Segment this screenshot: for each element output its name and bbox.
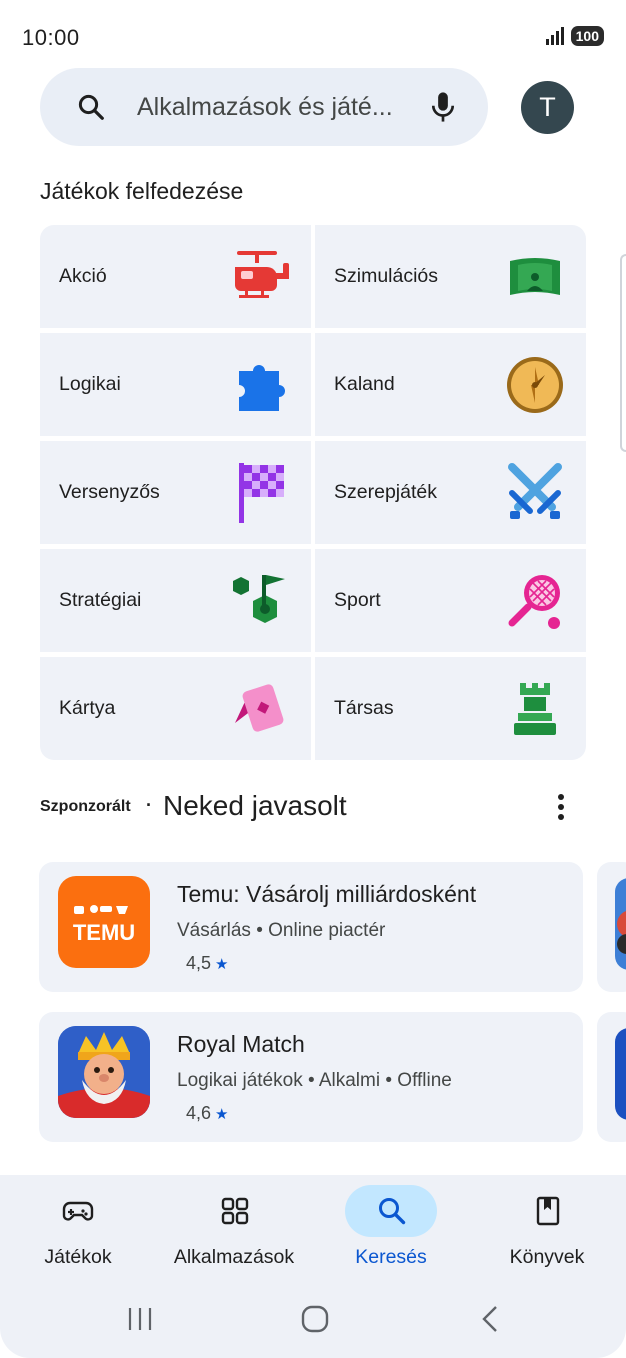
nav-label: Könyvek <box>509 1246 585 1268</box>
category-tile-simulation[interactable]: Szimulációs <box>315 225 586 328</box>
app-icon-peek <box>615 1028 626 1120</box>
tennis-racket-icon <box>508 575 560 629</box>
app-icon-peek <box>615 878 626 970</box>
nav-item-search[interactable]: Keresés <box>313 1175 469 1285</box>
side-panel-handle[interactable] <box>620 254 626 452</box>
status-time: 10:00 <box>22 25 80 50</box>
search-bar[interactable]: Alkalmazások és játé... <box>40 68 488 146</box>
category-label: Kaland <box>334 373 395 395</box>
sponsored-label: Szponzorált <box>40 798 131 815</box>
search-icon <box>78 94 104 120</box>
avatar[interactable]: T <box>521 81 574 134</box>
category-tile-card[interactable]: Kártya <box>40 657 311 760</box>
app-categories: Vásárlás • Online piactér <box>177 920 386 941</box>
nav-label: Alkalmazások <box>173 1246 295 1268</box>
category-tile-strategy[interactable]: Stratégiai <box>40 549 311 652</box>
back-icon[interactable] <box>478 1304 504 1334</box>
category-label: Kártya <box>59 697 116 719</box>
app-icon-royal-match <box>58 1026 150 1118</box>
nav-label: Játékok <box>44 1246 112 1268</box>
nav-item-apps[interactable]: Alkalmazások <box>156 1175 312 1285</box>
puzzle-icon <box>239 365 285 411</box>
category-tile-racing[interactable]: Versenyzős <box>40 441 311 544</box>
section-title: Játékok felfedezése <box>40 178 244 204</box>
star-icon: ★ <box>215 1105 229 1123</box>
status-indicators: 100 <box>545 26 604 46</box>
temu-logo-icon: TEMU <box>73 905 135 945</box>
category-label: Szerepjáték <box>334 481 437 503</box>
temu-logo-text: TEMU <box>73 920 135 945</box>
sponsored-header: Szponzorált · Neked javasolt <box>40 790 586 826</box>
rating-value: 4,5 <box>186 953 212 973</box>
strategy-flag-icon <box>233 575 285 623</box>
royal-match-king-icon <box>58 1026 150 1118</box>
simulation-icon <box>510 258 560 295</box>
app-name: Temu: Vásárolj milliárdosként <box>177 881 477 907</box>
checkered-flag-icon <box>239 463 284 523</box>
section-heading: Neked javasolt <box>163 790 347 821</box>
category-tile-puzzle[interactable]: Logikai <box>40 333 311 436</box>
chess-rook-icon <box>514 683 556 735</box>
system-navigation <box>0 1290 626 1350</box>
search-input[interactable]: Alkalmazások és játé... <box>137 93 393 122</box>
gamepad-icon <box>62 1201 94 1221</box>
battery-indicator: 100 <box>570 26 604 46</box>
more-vert-icon[interactable] <box>554 792 568 822</box>
app-card-temu[interactable]: TEMU Temu: Vásárolj milliárdosként Vásár… <box>39 862 583 992</box>
app-rating: 4,6 ★ <box>186 1103 228 1124</box>
app-icon-temu: TEMU <box>58 876 150 968</box>
category-label: Szimulációs <box>334 265 439 287</box>
next-app-card-peek[interactable] <box>597 862 626 992</box>
crossed-swords-icon <box>508 463 562 519</box>
cards-icon <box>235 684 284 732</box>
helicopter-icon <box>235 251 289 298</box>
category-label: Társas <box>334 697 394 719</box>
book-icon <box>536 1196 560 1226</box>
category-tile-adventure[interactable]: Kaland <box>315 333 586 436</box>
separator-dot: · <box>146 795 152 815</box>
status-bar: 10:00 100 <box>0 0 626 64</box>
category-label: Sport <box>334 589 381 611</box>
star-icon: ★ <box>215 955 229 973</box>
nav-item-books[interactable]: Könyvek <box>469 1175 625 1285</box>
category-tile-board[interactable]: Társas <box>315 657 586 760</box>
app-name: Royal Match <box>177 1031 305 1057</box>
category-tile-roleplay[interactable]: Szerepjáték <box>315 441 586 544</box>
home-icon[interactable] <box>300 1304 330 1334</box>
recent-apps-icon[interactable] <box>126 1304 154 1334</box>
category-tile-sport[interactable]: Sport <box>315 549 586 652</box>
category-label: Stratégiai <box>59 589 142 611</box>
signal-icon <box>545 27 564 45</box>
app-card-royal-match[interactable]: Royal Match Logikai játékok • Alkalmi • … <box>39 1012 583 1142</box>
nav-item-games[interactable]: Játékok <box>0 1175 156 1285</box>
apps-grid-icon <box>221 1197 249 1225</box>
next-app-card-peek[interactable] <box>597 1012 626 1142</box>
app-categories: Logikai játékok • Alkalmi • Offline <box>177 1070 452 1091</box>
category-tile-action[interactable]: Akció <box>40 225 311 328</box>
rating-value: 4,6 <box>186 1103 212 1123</box>
microphone-icon[interactable] <box>428 90 458 124</box>
compass-icon <box>507 357 563 413</box>
app-rating: 4,5 ★ <box>186 953 228 974</box>
category-label: Logikai <box>59 373 121 395</box>
category-label: Akció <box>59 265 107 287</box>
nav-label: Keresés <box>355 1246 427 1268</box>
category-label: Versenyzős <box>59 481 160 503</box>
search-icon <box>379 1198 406 1225</box>
